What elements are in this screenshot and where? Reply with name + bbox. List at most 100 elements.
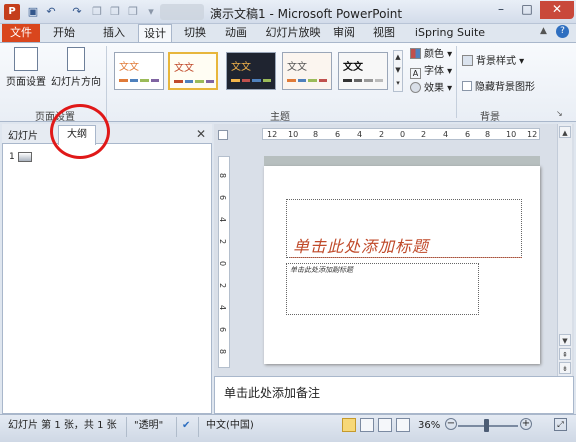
- spell-check-icon[interactable]: ✔: [182, 419, 190, 433]
- ruler-tick-label: 10: [506, 130, 517, 139]
- customize-quick-access-icon[interactable]: ▾: [144, 5, 158, 19]
- ruler-tick-label: 12: [527, 130, 538, 139]
- slide-icon[interactable]: [18, 152, 32, 162]
- ruler-tick-label: 2: [218, 238, 228, 245]
- theme-warm[interactable]: 文文: [282, 52, 332, 90]
- subtitle-placeholder-text: 单击此处添加副标题: [290, 266, 353, 274]
- normal-view-button[interactable]: [342, 418, 356, 432]
- theme-dark[interactable]: 文文: [226, 52, 276, 90]
- dialog-launcher-icon[interactable]: ↘: [556, 109, 563, 118]
- ruler-tick-label: 2: [218, 282, 228, 289]
- ruler-tick-label: 4: [443, 130, 449, 139]
- tab-home[interactable]: 开始: [48, 24, 80, 42]
- theme-sample-text: 文文: [174, 63, 194, 74]
- close-window-button[interactable]: ✕: [540, 1, 574, 19]
- minimize-ribbon-icon[interactable]: ▲: [540, 26, 547, 36]
- background-group-label: 背景: [480, 112, 500, 123]
- help-icon[interactable]: ?: [556, 25, 569, 38]
- scroll-down-button[interactable]: ▼: [559, 334, 571, 346]
- colors-button[interactable]: 颜色 ▾: [410, 47, 452, 62]
- maximize-button[interactable]: □: [514, 1, 540, 19]
- theme-color-bars: [231, 79, 271, 82]
- colors-label: 颜色: [424, 49, 444, 60]
- page-setup-button[interactable]: 页面设置: [6, 47, 46, 91]
- ruler-tick-label: 12: [267, 130, 278, 139]
- title-placeholder-text: 单击此处添加标题: [293, 237, 430, 256]
- annotation-circle: [50, 104, 110, 159]
- effects-button[interactable]: 效果 ▾: [410, 81, 452, 96]
- undo-icon[interactable]: ↶: [44, 5, 58, 19]
- minimize-button[interactable]: –: [488, 1, 514, 19]
- tab-ispring[interactable]: iSpring Suite 8: [410, 24, 490, 57]
- ruler-tick-label: 2: [379, 130, 385, 139]
- ruler-tick-label: 6: [335, 130, 341, 139]
- reading-view-button[interactable]: [378, 418, 392, 432]
- outline-slide-number: 1: [9, 152, 15, 162]
- theme-office[interactable]: 文文: [114, 52, 164, 90]
- vertical-ruler: 8 6 4 2 0 2 4 6 8: [218, 156, 230, 368]
- next-slide-button[interactable]: ⇟: [559, 362, 571, 374]
- previous-slide-button[interactable]: ⇞: [559, 348, 571, 360]
- theme-sample-text: 文文: [231, 62, 251, 73]
- powerpoint-app-icon[interactable]: P: [4, 4, 20, 20]
- paste-icon[interactable]: ❐: [108, 5, 122, 19]
- theme-sample-text: 文文: [119, 62, 139, 73]
- copy-icon[interactable]: ❐: [90, 5, 104, 19]
- window-title: 演示文稿1 - Microsoft PowerPoint: [210, 7, 403, 21]
- title-underline: [290, 257, 522, 258]
- close-pane-icon[interactable]: ✕: [196, 127, 206, 141]
- page-setup-label: 页面设置: [6, 77, 46, 88]
- zoom-in-button[interactable]: +: [520, 418, 532, 430]
- slideshow-view-button[interactable]: [396, 418, 410, 432]
- slides-outline-pane: [2, 124, 212, 414]
- slide-orientation-icon: [67, 47, 85, 71]
- ruler-tick-label: 4: [218, 216, 228, 223]
- zoom-out-button[interactable]: −: [445, 418, 457, 430]
- themes-scroll-button[interactable]: ▲ ▼ ▾: [393, 50, 403, 92]
- format-icon[interactable]: ❐: [126, 5, 140, 19]
- background-styles-button[interactable]: 背景样式 ▾: [462, 54, 524, 70]
- notes-placeholder: 单击此处添加备注: [224, 386, 321, 400]
- theme-color-bars: [119, 79, 159, 82]
- fonts-button[interactable]: A 字体 ▾: [410, 64, 452, 79]
- theme-sample-text: 文文: [343, 62, 363, 73]
- tab-animations[interactable]: 动画: [220, 24, 252, 42]
- ruler-tick-label: 4: [218, 304, 228, 311]
- slide-sorter-view-button[interactable]: [360, 418, 374, 432]
- effects-label: 效果: [424, 83, 444, 94]
- group-separator: [106, 46, 107, 118]
- ruler-tick-label: 2: [421, 130, 427, 139]
- theme-color-bars: [174, 80, 214, 83]
- tab-review[interactable]: 审阅: [330, 24, 358, 42]
- tab-slideshow[interactable]: 幻灯片放映: [262, 24, 324, 42]
- ruler-tick-label: 8: [218, 172, 228, 179]
- theme-color-bars: [343, 79, 383, 82]
- checkbox-box: [462, 81, 472, 91]
- tab-transitions[interactable]: 切换: [178, 24, 212, 42]
- tab-view[interactable]: 视图: [370, 24, 398, 42]
- tab-file[interactable]: 文件: [2, 24, 40, 42]
- ruler-tick-label: 0: [218, 260, 228, 267]
- language-status[interactable]: 中文(中国): [206, 419, 254, 433]
- zoom-slider-thumb[interactable]: [484, 419, 489, 432]
- redo-icon[interactable]: ↷: [70, 5, 84, 19]
- tab-design[interactable]: 设计: [138, 24, 172, 43]
- tab-insert[interactable]: 插入: [98, 24, 130, 42]
- scroll-up-button[interactable]: ▲: [559, 126, 571, 138]
- status-separator: [198, 417, 199, 437]
- background-styles-icon: [462, 55, 473, 66]
- zoom-level[interactable]: 36%: [418, 419, 440, 433]
- theme-selected[interactable]: 文文: [168, 52, 218, 90]
- horizontal-ruler: 12 10 8 6 4 2 0 2 4 6 8 10 12: [262, 128, 540, 140]
- fit-to-window-icon[interactable]: ⤢: [554, 418, 567, 431]
- ruler-tick-label: 0: [400, 130, 406, 139]
- ruler-tick-label: 6: [218, 326, 228, 333]
- tab-slides[interactable]: 幻灯片: [8, 127, 38, 142]
- save-icon[interactable]: ▣: [26, 5, 40, 19]
- status-separator: [126, 417, 127, 437]
- ruler-tick-label: 8: [218, 348, 228, 355]
- theme-plain[interactable]: 文文: [338, 52, 388, 90]
- slide-orientation-button[interactable]: 幻灯片方向: [50, 47, 102, 91]
- ruler-tick-label: 6: [465, 130, 471, 139]
- hide-background-graphics-checkbox[interactable]: 隐藏背景图形: [462, 80, 535, 96]
